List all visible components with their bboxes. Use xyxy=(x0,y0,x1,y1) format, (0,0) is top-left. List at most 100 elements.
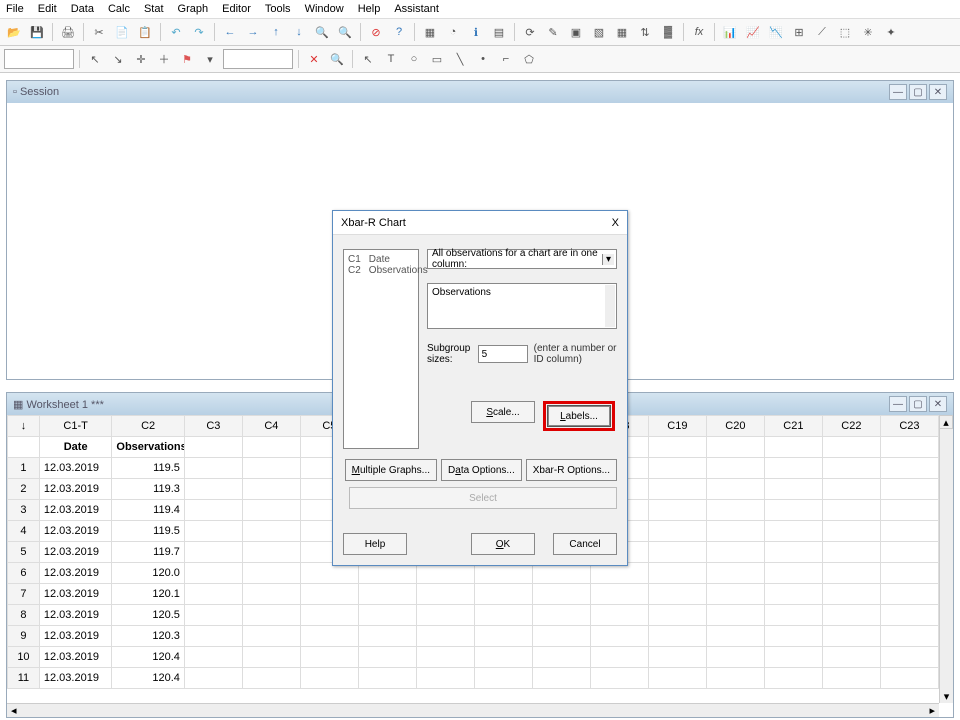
compose-icon[interactable]: ✎ xyxy=(543,22,563,42)
cell[interactable] xyxy=(242,542,300,563)
cell[interactable] xyxy=(358,647,416,668)
chart4-icon[interactable]: ⊞ xyxy=(789,22,809,42)
menu-help[interactable]: Help xyxy=(358,3,381,15)
cell[interactable] xyxy=(880,500,938,521)
cell[interactable] xyxy=(706,500,764,521)
menu-stat[interactable]: Stat xyxy=(144,3,164,15)
cell[interactable] xyxy=(706,521,764,542)
session-title-bar[interactable]: ▫ Session — ▢ ✕ xyxy=(7,81,953,103)
find-icon[interactable]: 🔍 xyxy=(312,22,332,42)
cell[interactable] xyxy=(474,626,532,647)
cell[interactable] xyxy=(416,584,474,605)
paste-icon[interactable]: 📋 xyxy=(135,22,155,42)
cell[interactable] xyxy=(880,458,938,479)
info-icon[interactable]: ℹ xyxy=(466,22,486,42)
cell[interactable] xyxy=(648,584,706,605)
clear-icon[interactable]: ✕ xyxy=(304,49,324,69)
cell[interactable]: 119.5 xyxy=(112,458,185,479)
cell[interactable] xyxy=(416,626,474,647)
cell[interactable] xyxy=(648,500,706,521)
nav-next-icon[interactable]: → xyxy=(243,22,263,42)
help-icon[interactable]: ? xyxy=(389,22,409,42)
cell[interactable] xyxy=(532,605,590,626)
var-item[interactable]: C1Date xyxy=(348,254,414,265)
variable-list[interactable]: C1Date C2Observations xyxy=(343,249,419,449)
cell[interactable] xyxy=(880,542,938,563)
cell[interactable] xyxy=(590,584,648,605)
maximize-button[interactable]: ▢ xyxy=(909,84,927,100)
observations-field[interactable]: Observations xyxy=(427,283,617,329)
col-header[interactable]: C21 xyxy=(764,416,822,437)
row-header[interactable]: 5 xyxy=(8,542,40,563)
ws-minimize-button[interactable]: — xyxy=(889,396,907,412)
row-header[interactable]: 9 xyxy=(8,626,40,647)
cell[interactable] xyxy=(880,563,938,584)
print-icon[interactable]: 🖨 xyxy=(58,22,78,42)
cell[interactable] xyxy=(416,605,474,626)
col-header[interactable]: C20 xyxy=(706,416,764,437)
chart1-icon[interactable]: 📊 xyxy=(720,22,740,42)
var-item[interactable]: C2Observations xyxy=(348,265,414,276)
cell[interactable] xyxy=(822,521,880,542)
cell[interactable] xyxy=(648,542,706,563)
cell[interactable] xyxy=(822,626,880,647)
cell[interactable] xyxy=(184,458,242,479)
chart2-icon[interactable]: 📈 xyxy=(743,22,763,42)
cell[interactable]: 120.4 xyxy=(112,668,185,689)
cell[interactable] xyxy=(822,542,880,563)
scale-button[interactable]: Scale... xyxy=(471,401,535,423)
cell[interactable] xyxy=(648,521,706,542)
cell[interactable] xyxy=(822,647,880,668)
row-header[interactable]: 1 xyxy=(8,458,40,479)
cell[interactable] xyxy=(242,479,300,500)
cell[interactable] xyxy=(880,626,938,647)
grid-icon[interactable]: ▦ xyxy=(612,22,632,42)
cell[interactable] xyxy=(300,584,358,605)
cell[interactable] xyxy=(242,626,300,647)
cell[interactable] xyxy=(242,668,300,689)
cell[interactable] xyxy=(242,500,300,521)
cell[interactable]: 12.03.2019 xyxy=(39,521,112,542)
cell[interactable] xyxy=(764,542,822,563)
cell[interactable] xyxy=(764,647,822,668)
cell[interactable] xyxy=(590,668,648,689)
cell[interactable] xyxy=(358,584,416,605)
cell[interactable]: 12.03.2019 xyxy=(39,647,112,668)
menu-graph[interactable]: Graph xyxy=(178,3,209,15)
cell[interactable]: 12.03.2019 xyxy=(39,500,112,521)
col-header[interactable]: C1-T xyxy=(39,416,112,437)
undo-icon[interactable]: ↶ xyxy=(166,22,186,42)
menu-data[interactable]: Data xyxy=(71,3,94,15)
cell[interactable]: 119.5 xyxy=(112,521,185,542)
ws-close-button[interactable]: ✕ xyxy=(929,396,947,412)
cell[interactable] xyxy=(532,584,590,605)
brush-icon[interactable]: ↘ xyxy=(108,49,128,69)
cell[interactable] xyxy=(532,668,590,689)
cell[interactable] xyxy=(416,668,474,689)
cell[interactable] xyxy=(184,647,242,668)
cell[interactable] xyxy=(184,584,242,605)
worksheet-icon[interactable]: ▦ xyxy=(420,22,440,42)
cell[interactable] xyxy=(184,563,242,584)
cell[interactable] xyxy=(590,605,648,626)
plus-icon[interactable]: ＋ xyxy=(154,49,174,69)
pointer-icon[interactable]: ↖ xyxy=(85,49,105,69)
pline-tool-icon[interactable]: ⌐ xyxy=(496,49,516,69)
cell[interactable] xyxy=(706,647,764,668)
sort-icon[interactable]: ⇅ xyxy=(635,22,655,42)
cell[interactable] xyxy=(764,605,822,626)
cell[interactable] xyxy=(184,605,242,626)
cell[interactable] xyxy=(184,521,242,542)
cell[interactable] xyxy=(764,500,822,521)
row-header[interactable]: 7 xyxy=(8,584,40,605)
nav-prev-icon[interactable]: ← xyxy=(220,22,240,42)
cell[interactable] xyxy=(242,563,300,584)
cell[interactable] xyxy=(648,479,706,500)
row-header[interactable]: 2 xyxy=(8,479,40,500)
cell[interactable]: 120.5 xyxy=(112,605,185,626)
cell[interactable] xyxy=(706,605,764,626)
redo-icon[interactable]: ↷ xyxy=(189,22,209,42)
combo-2[interactable] xyxy=(223,49,293,69)
ws-scroll-up-icon[interactable]: ▴ xyxy=(939,415,953,429)
minimize-button[interactable]: — xyxy=(889,84,907,100)
